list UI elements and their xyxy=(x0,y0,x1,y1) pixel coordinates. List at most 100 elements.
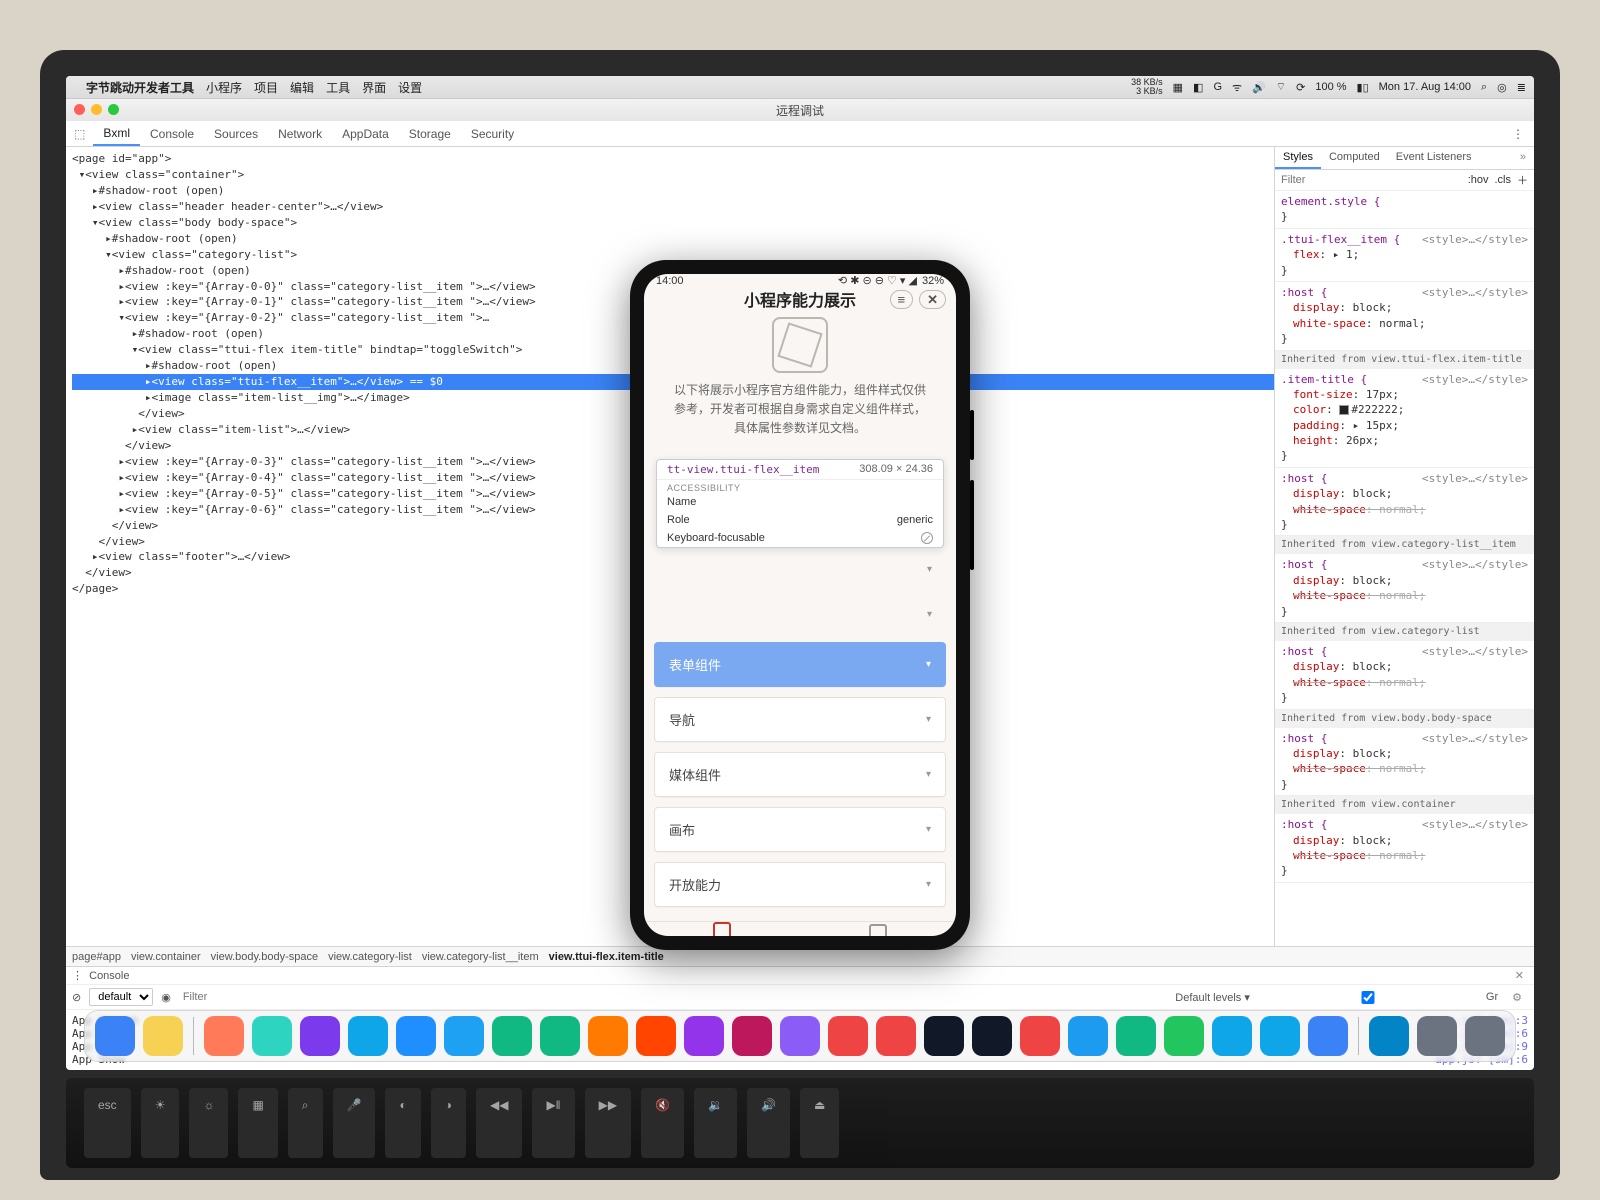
dock-app[interactable] xyxy=(972,1016,1012,1056)
crumb-item[interactable]: view.container xyxy=(131,951,201,963)
tab-components[interactable]: 组件 xyxy=(644,922,800,936)
crumb-item[interactable]: view.category-list xyxy=(328,951,412,963)
clock[interactable]: Mon 17. Aug 14:00 xyxy=(1379,81,1471,93)
tab-sources[interactable]: Sources xyxy=(204,121,268,146)
dock-app[interactable] xyxy=(1260,1016,1300,1056)
computed-tab[interactable]: Computed xyxy=(1321,147,1388,169)
menubar-icon[interactable]: ◧ xyxy=(1193,81,1203,94)
dock-app[interactable] xyxy=(684,1016,724,1056)
traffic-lights[interactable] xyxy=(74,104,119,115)
dock-app[interactable] xyxy=(1417,1016,1457,1056)
crumb-item[interactable]: page#app xyxy=(72,951,121,963)
hov-toggle[interactable]: :hov xyxy=(1468,174,1489,186)
styles-tab[interactable]: Styles xyxy=(1275,147,1321,169)
wifi-icon[interactable]: ⌔ xyxy=(1276,80,1286,94)
dock-app[interactable] xyxy=(444,1016,484,1056)
group-checkbox[interactable] xyxy=(1258,991,1478,1004)
listeners-tab[interactable]: Event Listeners xyxy=(1388,147,1480,169)
menubar-icon[interactable]: ▦ xyxy=(1173,81,1183,94)
tab-console[interactable]: Console xyxy=(140,121,204,146)
clear-console-icon[interactable]: ⊘ xyxy=(72,991,81,1004)
dock-app[interactable] xyxy=(143,1016,183,1056)
inspect-icon[interactable]: ⬚ xyxy=(66,127,93,141)
list-item-selected[interactable]: 表单组件▾ xyxy=(654,642,946,687)
styles-filter-input[interactable] xyxy=(1281,174,1462,186)
crumb-item[interactable]: view.ttui-flex.item-title xyxy=(549,951,664,963)
dock-app[interactable] xyxy=(876,1016,916,1056)
app-name[interactable]: 字节跳动开发者工具 xyxy=(86,79,194,96)
battery-icon[interactable]: ▮▯ xyxy=(1357,81,1369,94)
dock-app[interactable] xyxy=(732,1016,772,1056)
list-item[interactable]: 开放能力▾ xyxy=(654,862,946,907)
drawer-menu-icon[interactable]: ⋮ xyxy=(72,969,83,982)
console-filter-input[interactable] xyxy=(179,990,399,1004)
dock-app[interactable] xyxy=(924,1016,964,1056)
dock-app[interactable] xyxy=(1020,1016,1060,1056)
list-item[interactable]: 画布▾ xyxy=(654,807,946,852)
menubar-icon[interactable]: ⟳ xyxy=(1296,81,1305,94)
dock-app[interactable] xyxy=(1164,1016,1204,1056)
crumb-item[interactable]: view.category-list__item xyxy=(422,951,539,963)
tab-api[interactable]: API xyxy=(800,922,956,936)
volume-icon[interactable]: 🔊 xyxy=(1252,81,1266,94)
close-button[interactable]: ✕ xyxy=(919,290,946,309)
maximize-icon[interactable] xyxy=(108,104,119,115)
dock-app[interactable] xyxy=(1068,1016,1108,1056)
menu-icon[interactable]: ≣ xyxy=(1517,81,1526,94)
search-icon[interactable]: ⌕ xyxy=(1481,81,1487,94)
dock-app[interactable] xyxy=(492,1016,532,1056)
cls-toggle[interactable]: .cls xyxy=(1495,174,1512,186)
log-levels-select[interactable]: Default levels ▾ xyxy=(1175,991,1250,1004)
tab-bxml[interactable]: Bxml xyxy=(93,121,140,146)
dock-app[interactable] xyxy=(204,1016,244,1056)
window-titlebar[interactable]: 远程调试 xyxy=(66,99,1534,121)
macos-dock[interactable] xyxy=(84,1010,1516,1062)
dock-app[interactable] xyxy=(636,1016,676,1056)
menu-button[interactable]: ≡ xyxy=(890,290,914,309)
menu-item[interactable]: 小程序 xyxy=(206,79,242,96)
more-icon[interactable]: ⋮ xyxy=(1502,127,1534,141)
menubar-icon[interactable]: G xyxy=(1213,81,1222,93)
minimize-icon[interactable] xyxy=(91,104,102,115)
list-item[interactable]: 导航▾ xyxy=(654,697,946,742)
dock-app[interactable] xyxy=(1212,1016,1252,1056)
more-tabs-icon[interactable]: » xyxy=(1512,147,1534,169)
menu-item[interactable]: 界面 xyxy=(362,79,386,96)
context-select[interactable]: default xyxy=(89,988,153,1006)
crumb-item[interactable]: view.body.body-space xyxy=(211,951,318,963)
tab-storage[interactable]: Storage xyxy=(399,121,461,146)
menubar-icon[interactable]: ᯤ xyxy=(1232,80,1242,95)
tab-appdata[interactable]: AppData xyxy=(332,121,399,146)
key: ◀◀ xyxy=(476,1088,522,1158)
menu-item[interactable]: 项目 xyxy=(254,79,278,96)
dock-app[interactable] xyxy=(540,1016,580,1056)
dock-app[interactable] xyxy=(588,1016,628,1056)
dock-app[interactable] xyxy=(1369,1016,1409,1056)
menu-item[interactable]: 设置 xyxy=(398,79,422,96)
dock-app[interactable] xyxy=(396,1016,436,1056)
dock-app[interactable] xyxy=(828,1016,868,1056)
list-item[interactable]: ▾ xyxy=(654,552,946,587)
dock-app[interactable] xyxy=(1465,1016,1505,1056)
tab-network[interactable]: Network xyxy=(268,121,332,146)
menu-item[interactable]: 编辑 xyxy=(290,79,314,96)
dock-app[interactable] xyxy=(95,1016,135,1056)
list-item[interactable]: ▾ xyxy=(654,597,946,632)
close-drawer-icon[interactable]: ✕ xyxy=(1511,969,1528,982)
add-rule-icon[interactable]: ＋ xyxy=(1517,172,1528,188)
control-center-icon[interactable]: ◎ xyxy=(1497,81,1507,94)
console-tab[interactable]: Console xyxy=(89,970,129,982)
dock-app[interactable] xyxy=(1308,1016,1348,1056)
dock-app[interactable] xyxy=(252,1016,292,1056)
menu-item[interactable]: 工具 xyxy=(326,79,350,96)
dock-app[interactable] xyxy=(1116,1016,1156,1056)
dock-app[interactable] xyxy=(300,1016,340,1056)
styles-rules[interactable]: element.style {}<style>…</style>.ttui-fl… xyxy=(1275,191,1534,946)
dock-app[interactable] xyxy=(780,1016,820,1056)
close-icon[interactable] xyxy=(74,104,85,115)
settings-icon[interactable]: ⚙ xyxy=(1506,991,1528,1004)
eye-icon[interactable]: ◉ xyxy=(161,991,171,1004)
tab-security[interactable]: Security xyxy=(461,121,524,146)
dock-app[interactable] xyxy=(348,1016,388,1056)
list-item[interactable]: 媒体组件▾ xyxy=(654,752,946,797)
